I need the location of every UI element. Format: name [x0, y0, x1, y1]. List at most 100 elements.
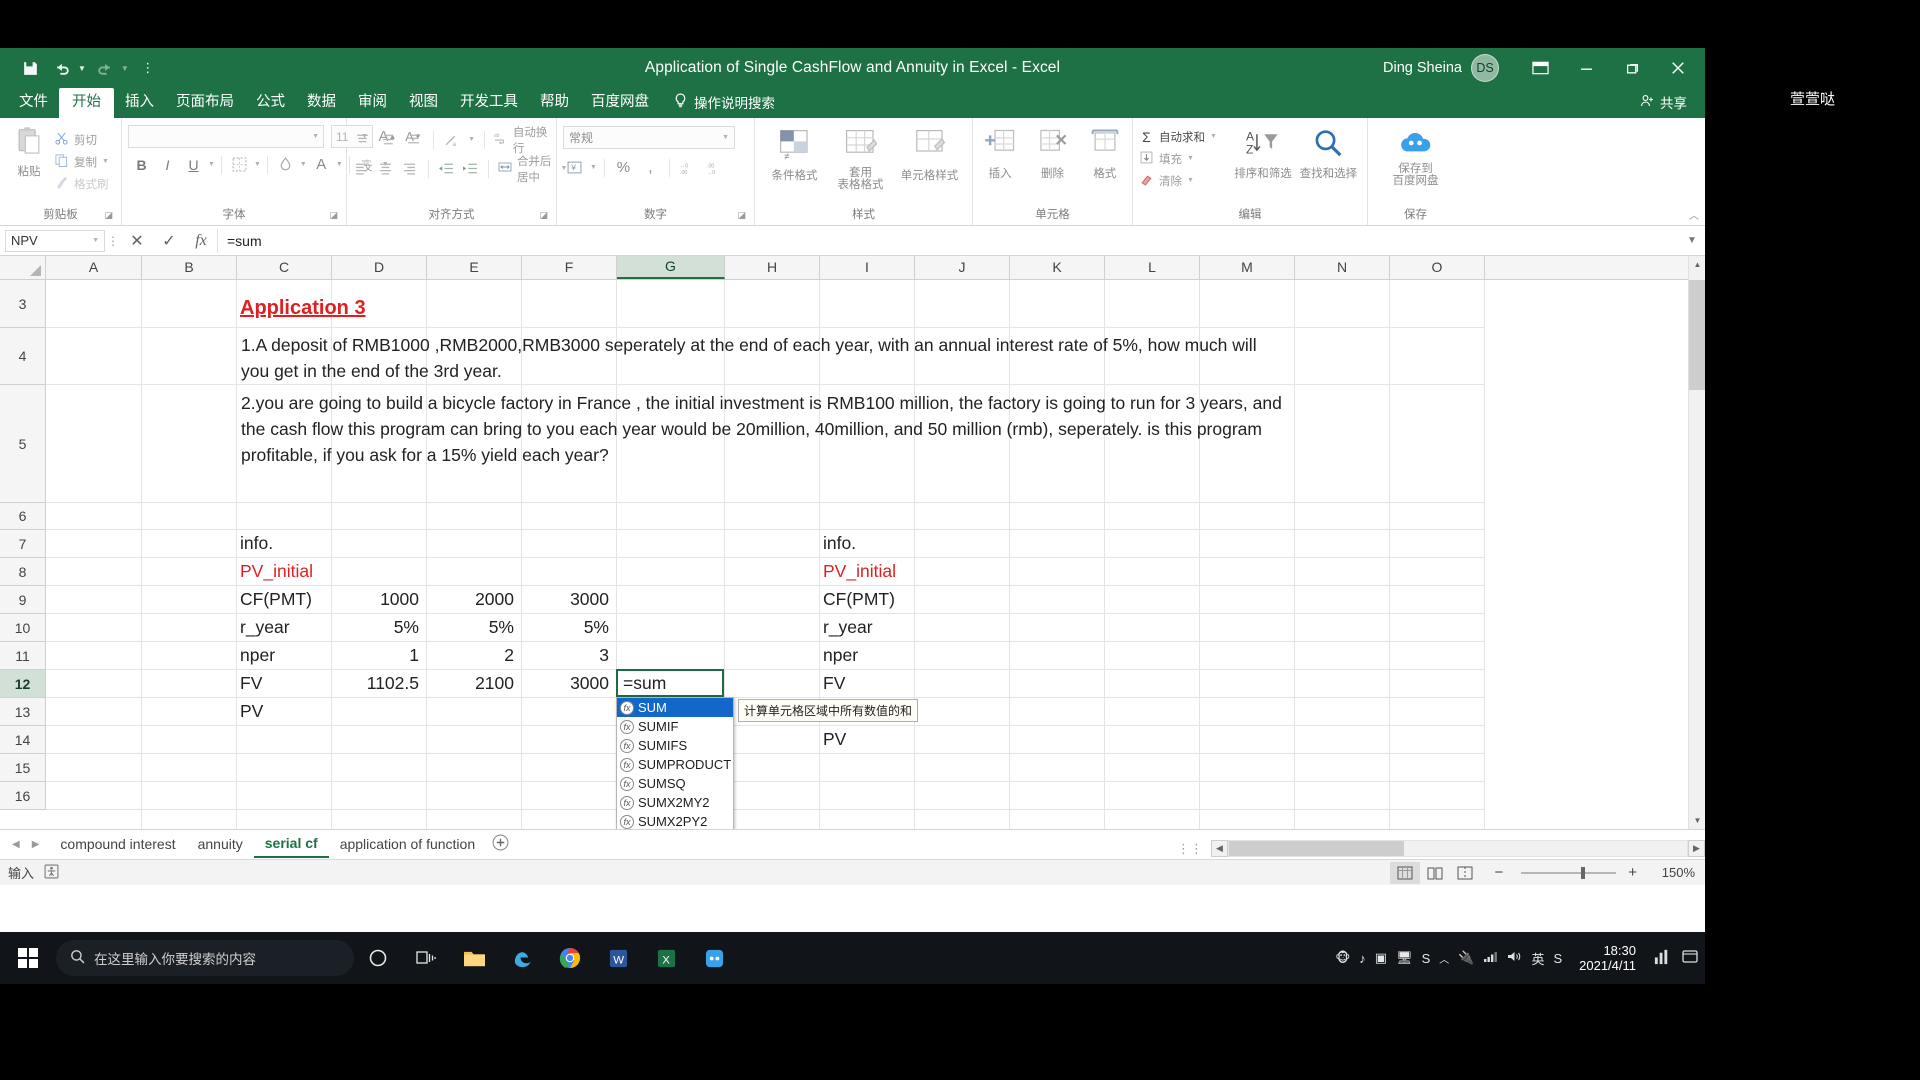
active-cell-G12[interactable]: =sum — [616, 669, 724, 697]
taskbar-clock[interactable]: 18:30 2021/4/11 — [1571, 943, 1644, 973]
fill-color-dropdown-icon[interactable]: ▼ — [300, 161, 307, 168]
tray-app-icon-5[interactable]: S — [1422, 951, 1431, 966]
tab-file[interactable]: 文件 — [8, 88, 59, 118]
column-header-D[interactable]: D — [332, 256, 427, 279]
borders-icon[interactable] — [228, 153, 251, 176]
zoom-out-button[interactable]: − — [1480, 864, 1509, 881]
cell-C5-question-2[interactable]: 2.you are going to build a bicycle facto… — [238, 390, 1298, 468]
sheet-next-arrow[interactable]: ▶ — [32, 839, 40, 850]
customize-qat-icon[interactable]: ⋮ — [135, 55, 161, 81]
autosum-button[interactable]: Σ 自动求和 ▼ — [1139, 127, 1230, 146]
autocomplete-item-sumproduct[interactable]: fx SUMPRODUCT — [617, 755, 733, 774]
italic-button[interactable]: I — [156, 153, 179, 176]
cell-E10-value[interactable]: 5% — [426, 613, 521, 641]
hscroll-right-arrow[interactable]: ▶ — [1688, 840, 1705, 857]
name-box[interactable]: NPV ▼ — [5, 229, 105, 252]
column-header-I[interactable]: I — [820, 256, 915, 279]
column-header-B[interactable]: B — [142, 256, 237, 279]
font-dialog-launcher-icon[interactable]: ◪ — [329, 208, 338, 223]
font-color-icon[interactable]: A — [310, 153, 333, 176]
share-button[interactable]: 共享 — [1640, 88, 1705, 118]
cell-D9-value[interactable]: 1000 — [331, 585, 426, 613]
tab-home[interactable]: 开始 — [59, 88, 114, 118]
cell-I11-nper[interactable]: nper — [819, 641, 914, 669]
cancel-formula-icon[interactable]: ✕ — [121, 229, 153, 253]
cell-F12-value[interactable]: 3000 — [521, 669, 616, 697]
redo-dropdown-icon[interactable]: ▼ — [121, 64, 129, 73]
cell-I7-info[interactable]: info. — [819, 529, 914, 557]
tray-expand-icon[interactable]: ︿ — [1439, 951, 1449, 966]
row-header-14[interactable]: 14 — [0, 726, 45, 754]
column-header-K[interactable]: K — [1010, 256, 1105, 279]
redo-icon[interactable] — [92, 55, 118, 81]
cell-C10-r-year[interactable]: r_year — [236, 613, 331, 641]
sogou-icon[interactable]: S — [1553, 951, 1562, 966]
column-header-C[interactable]: C — [237, 256, 332, 279]
tab-review[interactable]: 审阅 — [347, 88, 398, 118]
autocomplete-item-sumifs[interactable]: fx SUMIFS — [617, 736, 733, 755]
cell-styles-button[interactable]: 单元格样式 — [894, 124, 966, 183]
sheet-tab-serial-cf[interactable]: serial cf — [253, 831, 329, 858]
sheet-tab-annuity[interactable]: annuity — [187, 832, 254, 857]
insert-cells-button[interactable]: 插入 — [979, 124, 1021, 181]
tab-data[interactable]: 数据 — [296, 88, 347, 118]
tab-baidu-netdisk[interactable]: 百度网盘 — [580, 88, 660, 118]
undo-dropdown-icon[interactable]: ▼ — [78, 64, 86, 73]
clear-button[interactable]: 清除 ▼ — [1139, 171, 1230, 190]
edge-legacy-icon[interactable] — [498, 932, 546, 984]
horizontal-scrollbar[interactable]: ⋮⋮ ◀ ▶ — [1169, 840, 1705, 857]
fill-color-icon[interactable] — [274, 153, 297, 176]
cut-button[interactable]: 剪切 — [54, 130, 109, 149]
comma-style-button[interactable]: , — [639, 156, 662, 179]
align-right-icon[interactable] — [401, 157, 419, 180]
zoom-level[interactable]: 150% — [1647, 865, 1695, 880]
number-format-combo[interactable]: 常规 ▼ — [563, 126, 735, 149]
tray-app-icon-2[interactable]: ♪ — [1359, 951, 1366, 966]
tell-me-search[interactable]: 操作说明搜索 — [660, 88, 785, 118]
row-header-7[interactable]: 7 — [0, 530, 45, 558]
cell-I8-pv-initial[interactable]: PV_initial — [819, 557, 914, 585]
row-header-16[interactable]: 16 — [0, 782, 45, 810]
column-header-F[interactable]: F — [522, 256, 617, 279]
cell-D11-value[interactable]: 1 — [331, 641, 426, 669]
scrollbar-grip-icon[interactable]: ⋮⋮ — [1169, 841, 1211, 857]
font-name-combo[interactable]: ▼ — [128, 125, 324, 148]
align-left-icon[interactable] — [353, 157, 371, 180]
app-icon[interactable] — [690, 932, 738, 984]
copy-button[interactable]: 复制 ▼ — [54, 152, 109, 171]
align-bottom-icon[interactable] — [404, 128, 424, 151]
decrease-decimal-icon[interactable]: .00 →0 — [704, 156, 727, 179]
conditional-formatting-button[interactable]: ≠ 条件格式 — [762, 124, 828, 183]
row-header-4[interactable]: 4 — [0, 328, 45, 385]
cell-E11-value[interactable]: 2 — [426, 641, 521, 669]
start-button[interactable] — [0, 932, 56, 984]
add-sheet-button[interactable] — [486, 834, 514, 856]
orientation-dropdown-icon[interactable]: ▼ — [468, 136, 475, 143]
row-header-11[interactable]: 11 — [0, 642, 45, 670]
tab-view[interactable]: 视图 — [398, 88, 449, 118]
sheet-tab-application-of-function[interactable]: application of function — [329, 832, 486, 857]
cell-I12-fv[interactable]: FV — [819, 669, 914, 697]
cell-F10-value[interactable]: 5% — [521, 613, 616, 641]
tab-insert[interactable]: 插入 — [114, 88, 165, 118]
usb-icon[interactable]: 🔌 — [1458, 950, 1474, 966]
zoom-slider[interactable] — [1521, 866, 1617, 879]
font-name-dropdown-icon[interactable]: ▼ — [312, 133, 319, 140]
name-box-dropdown-icon[interactable]: ▼ — [92, 237, 99, 244]
orientation-icon[interactable]: a — [443, 128, 463, 151]
autocomplete-item-sum[interactable]: fx SUM — [617, 698, 733, 717]
cell-E12-value[interactable]: 2100 — [426, 669, 521, 697]
scroll-down-arrow[interactable]: ▼ — [1689, 812, 1705, 829]
autocomplete-item-sumif[interactable]: fx SUMIF — [617, 717, 733, 736]
cell-I14-pv[interactable]: PV — [819, 725, 914, 753]
cell-C8-pv-initial[interactable]: PV_initial — [236, 557, 331, 585]
row-header-8[interactable]: 8 — [0, 558, 45, 586]
cell-F9-value[interactable]: 3000 — [521, 585, 616, 613]
select-all-corner[interactable] — [0, 256, 46, 279]
word-icon[interactable]: W — [594, 932, 642, 984]
row-header-6[interactable]: 6 — [0, 503, 45, 530]
save-icon[interactable] — [17, 55, 43, 81]
tray-app-icon-1[interactable]: 🐵 — [1335, 950, 1350, 966]
column-header-E[interactable]: E — [427, 256, 522, 279]
currency-icon[interactable]: ¥ — [563, 156, 586, 179]
